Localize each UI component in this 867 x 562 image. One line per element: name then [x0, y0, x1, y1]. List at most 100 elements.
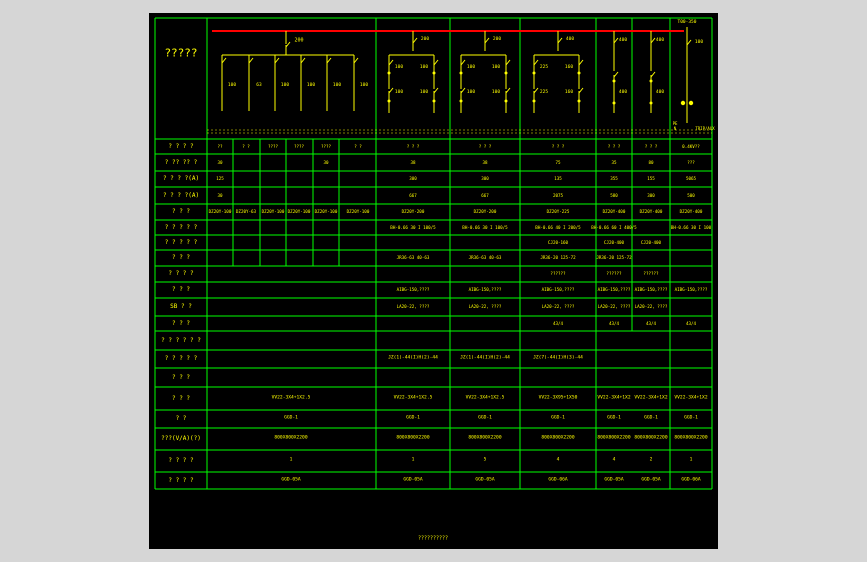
row-label: ? ? ? ? [168, 476, 194, 484]
table-cell: 2 [649, 457, 653, 463]
table-cell: 667 [409, 192, 417, 198]
row-label: ? ? ? [171, 286, 191, 293]
table-cell: ?? [217, 143, 223, 149]
table-cell: BH-0.66 30 I 100 [670, 224, 712, 230]
terminal-dot [577, 71, 581, 75]
table-cell: 300 [647, 192, 655, 198]
table-cell: 800X800X2200 [274, 435, 308, 441]
table-cell: GGD-06A [548, 477, 568, 483]
table-cell: DZ20Y-400 [639, 208, 663, 214]
table-cell: 80 [648, 159, 654, 165]
feeder-breaker-rating: 400 [618, 89, 628, 95]
table-cell: DZ20Y-200 [473, 208, 497, 214]
feeder-breaker-contact [460, 59, 466, 66]
row-label: ? ?? ?? ? [164, 158, 198, 166]
table-cell: BH-0.66 60 I 400/5 [591, 224, 637, 230]
table-cell: GGD-05A [281, 477, 301, 483]
row-label: ? ? ? [171, 373, 191, 381]
table-cell: 1 [411, 457, 415, 463]
table-cell: CJ20-400 [640, 239, 662, 245]
aux-label: TRIP/AUX [695, 126, 715, 131]
meter-dot [688, 100, 694, 106]
table-cell: 155 [647, 175, 655, 181]
table-cell: 300 [409, 175, 417, 181]
table-cell: GGD-1 [551, 415, 565, 421]
feeder-breaker-contact [505, 87, 511, 94]
table-cell: 35 [611, 159, 617, 165]
table-cell: BH-0.66 30 I 100/5 [462, 224, 508, 230]
schematic-graphics [154, 17, 713, 490]
row-label: ? ? ? ? [168, 457, 194, 464]
feeder-breaker-contact [533, 59, 539, 66]
branch-breaker-contact [300, 57, 306, 64]
terminal-dot [612, 79, 616, 83]
table-cell: VV22-3X4+1X2 [597, 395, 631, 401]
row-label: ???(V/A)(?) [161, 435, 201, 442]
table-cell: GGD-05A [641, 477, 661, 483]
table-cell: 500 [687, 192, 695, 198]
table-cell: 800X800X2200 [634, 435, 668, 441]
table-cell: DZ20Y-100 [346, 208, 370, 214]
table-cell: GGD-1 [406, 415, 420, 421]
feeder-breaker-contact [613, 71, 619, 78]
branch-breaker-rating: 100 [227, 82, 237, 88]
table-cell: GGD-1 [284, 415, 298, 421]
table-cell: 43/4 [552, 320, 564, 326]
table-cell: GGD-06A [681, 477, 701, 483]
terminal-dot [432, 99, 436, 103]
row-label: ? ? ? ? ? [164, 223, 198, 231]
terminal-dot [432, 71, 436, 75]
branch-breaker-contact [274, 57, 280, 64]
feeder-breaker-contact [433, 87, 439, 94]
terminal-dot [532, 71, 536, 75]
table-cell: 43/4 [608, 320, 620, 326]
branch-breaker-rating: 100 [306, 82, 316, 88]
table-cell: JZ(7)-44(I)H(3)-44 [533, 355, 583, 361]
feeder-breaker-rating: 400 [655, 37, 665, 43]
branch-breaker-contact [248, 57, 254, 64]
terminal-dot [504, 71, 508, 75]
table-cell: 43/4 [645, 320, 657, 326]
table-cell: GGD-05A [475, 477, 495, 483]
incoming-breaker-contact [686, 39, 692, 46]
table-cell: BH-0.66 30 I 100/5 [390, 224, 436, 230]
row-label: ? ? ? [171, 208, 191, 215]
row-label: ? ? ? ?(A) [162, 191, 200, 199]
branch-breaker-contact [326, 57, 332, 64]
table-cell: 800X800X2200 [468, 435, 502, 441]
table-cell: VV22-3X4+1X2.5 [465, 395, 505, 401]
table-cell: DZ20Y-100 [287, 208, 311, 214]
table-cell: 800X800X2200 [597, 435, 631, 441]
row-label: SB ? ? [170, 303, 192, 310]
branch-breaker-rating: 63 [256, 82, 262, 88]
feeder-breaker-rating: 225 [539, 64, 549, 70]
feeder-breaker-rating: 100 [419, 89, 429, 95]
terminal-dot [612, 101, 616, 105]
table-cell: 125 [216, 175, 224, 181]
table-cell: DZ20Y-400 [679, 208, 703, 214]
table-cell: 300 [481, 175, 489, 181]
table-cell: 5065 [685, 175, 697, 181]
row-label: ? ? [175, 415, 187, 422]
table-cell: ?????? [606, 270, 622, 276]
table-cell: ???? [320, 143, 332, 149]
table-cell: JR36-20 125-72 [596, 254, 632, 260]
breaker-rating: 200 [492, 36, 502, 42]
table-cell: 0.4KV?? [682, 143, 700, 149]
table-cell: ?????? [643, 270, 659, 276]
feeder-breaker-rating: 225 [539, 89, 549, 95]
table-cell: AIBG-150,???? [597, 286, 631, 292]
table-cell: DZ20Y-100 [261, 208, 285, 214]
row-label: ? ? ? ? [168, 142, 194, 150]
feeder-breaker-contact [533, 87, 539, 94]
feeder-breaker-contact [578, 87, 584, 94]
table-cell: BH-0.66 40 I 200/5 [535, 224, 581, 230]
terminal-dot [504, 99, 508, 103]
branch-breaker-rating: 100 [280, 82, 290, 88]
cad-drawing-viewport[interactable]: 200 100 63 100 100 100 100 200 100 100 100 100 200 10… [149, 13, 718, 549]
table-cell: VV22-3X4+1X2 [674, 395, 708, 401]
feeder-breaker-rating: 100 [466, 89, 476, 95]
feeder-breaker-rating: 160 [564, 64, 574, 70]
row-label: ? ? ? ?(A) [162, 175, 200, 182]
feeder-breaker-rating: 100 [466, 64, 476, 70]
